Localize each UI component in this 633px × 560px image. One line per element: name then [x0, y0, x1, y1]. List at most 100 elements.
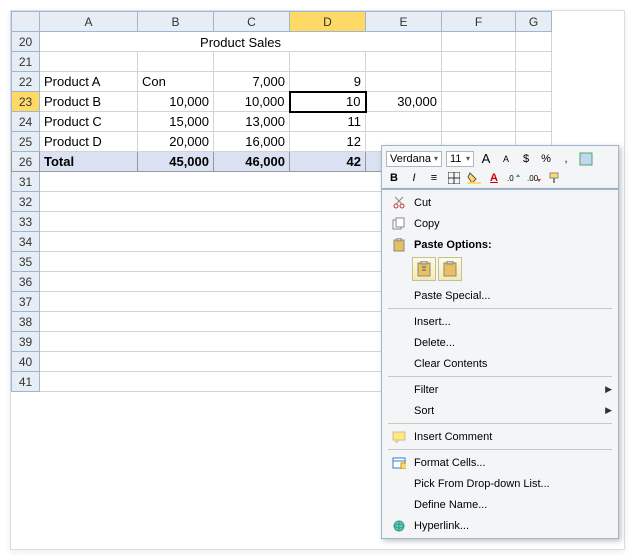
menu-sort[interactable]: Sort▶ — [382, 400, 618, 421]
menu-format-cells[interactable]: Format Cells... — [382, 452, 618, 473]
font-dropdown[interactable]: Verdana▾ — [386, 151, 442, 167]
shrink-font-icon[interactable]: A — [498, 151, 514, 167]
submenu-arrow-icon: ▶ — [605, 384, 612, 395]
cell-D22[interactable]: 9 — [290, 72, 366, 92]
row-41[interactable]: 41 — [12, 372, 40, 392]
col-A[interactable]: A — [40, 12, 138, 32]
bold-button[interactable]: B — [386, 170, 402, 186]
hdr-total[interactable]: Total — [366, 52, 442, 72]
menu-pick-dropdown[interactable]: Pick From Drop-down List... — [382, 473, 618, 494]
increase-decimal-icon[interactable]: .00 — [526, 170, 542, 186]
row-33[interactable]: 33 — [12, 212, 40, 232]
styles-icon[interactable] — [578, 151, 594, 167]
col-F[interactable]: F — [442, 12, 516, 32]
cell-B24[interactable]: 15,000 — [138, 112, 214, 132]
cell-C24[interactable]: 13,000 — [214, 112, 290, 132]
hdr-jan[interactable]: Jan — [138, 52, 214, 72]
menu-define-name[interactable]: Define Name... — [382, 494, 618, 515]
row-24[interactable]: 24 — [12, 112, 40, 132]
menu-hyperlink[interactable]: Hyperlink... — [382, 515, 618, 536]
cell-A25[interactable]: Product D — [40, 132, 138, 152]
hyperlink-icon — [388, 518, 410, 534]
decrease-decimal-icon[interactable]: .0 — [506, 170, 522, 186]
cell-D24[interactable]: 11 — [290, 112, 366, 132]
cell-D23-selected[interactable]: 10 — [290, 92, 366, 112]
clipboard-icon — [388, 237, 410, 253]
cell-B23[interactable]: 10,000 — [138, 92, 214, 112]
mini-toolbar[interactable]: Verdana▾ 11▾ A A $ % , B I ≡ A .0 .00 — [381, 145, 619, 189]
row-35[interactable]: 35 — [12, 252, 40, 272]
row-23[interactable]: 23 — [12, 92, 40, 112]
menu-cut[interactable]: Cut — [382, 192, 618, 213]
separator — [388, 449, 612, 450]
col-G[interactable]: G — [516, 12, 552, 32]
copy-icon — [388, 216, 410, 232]
cell-B25[interactable]: 20,000 — [138, 132, 214, 152]
row-37[interactable]: 37 — [12, 292, 40, 312]
col-E[interactable]: E — [366, 12, 442, 32]
cell-E22[interactable] — [366, 72, 442, 92]
comma-icon[interactable]: , — [558, 151, 574, 167]
center-align-icon[interactable]: ≡ — [426, 170, 442, 186]
row-21[interactable]: 21 — [12, 52, 40, 72]
menu-filter[interactable]: Filter▶ — [382, 379, 618, 400]
row-26[interactable]: 26 — [12, 152, 40, 172]
col-B[interactable]: B — [138, 12, 214, 32]
menu-paste-options-label: Paste Options: — [382, 234, 618, 255]
context-menu[interactable]: Cut Copy Paste Options: Paste Special...… — [381, 189, 619, 539]
row-36[interactable]: 36 — [12, 272, 40, 292]
page-title[interactable]: Product Sales — [40, 32, 442, 52]
col-D[interactable]: D — [290, 12, 366, 32]
grow-font-icon[interactable]: A — [478, 151, 494, 167]
menu-clear-contents[interactable]: Clear Contents — [382, 353, 618, 374]
paste-keep-source-button[interactable] — [412, 257, 436, 281]
col-C[interactable]: C — [214, 12, 290, 32]
menu-delete[interactable]: Delete... — [382, 332, 618, 353]
fill-color-icon[interactable] — [466, 170, 482, 186]
row-38[interactable]: 38 — [12, 312, 40, 332]
select-all-corner[interactable] — [12, 12, 40, 32]
row-20[interactable]: 20 — [12, 32, 40, 52]
cell-C26[interactable]: 46,000 — [214, 152, 290, 172]
hdr-products[interactable]: Products — [40, 52, 138, 72]
hdr-feb[interactable]: Feb — [214, 52, 290, 72]
cell-C25[interactable]: 16,000 — [214, 132, 290, 152]
row-22[interactable]: 22 — [12, 72, 40, 92]
row-25[interactable]: 25 — [12, 132, 40, 152]
menu-insert[interactable]: Insert... — [382, 311, 618, 332]
menu-insert-comment[interactable]: Insert Comment — [382, 426, 618, 447]
cell-A26[interactable]: Total — [40, 152, 138, 172]
cell-B26[interactable]: 45,000 — [138, 152, 214, 172]
font-color-icon[interactable]: A — [486, 170, 502, 186]
menu-copy[interactable]: Copy — [382, 213, 618, 234]
borders-icon[interactable] — [446, 170, 462, 186]
cell-A24[interactable]: Product C — [40, 112, 138, 132]
cell-C23[interactable]: 10,000 — [214, 92, 290, 112]
menu-paste-special[interactable]: Paste Special... — [382, 285, 618, 306]
cell-A22[interactable]: Product A — [40, 72, 138, 92]
format-painter-icon[interactable] — [546, 170, 562, 186]
column-header-row: A B C D E F G — [12, 12, 552, 32]
row-40[interactable]: 40 — [12, 352, 40, 372]
currency-icon[interactable]: $ — [518, 151, 534, 167]
row-39[interactable]: 39 — [12, 332, 40, 352]
row-31[interactable]: 31 — [12, 172, 40, 192]
chevron-down-icon: ▾ — [434, 154, 438, 163]
separator — [388, 423, 612, 424]
percent-icon[interactable]: % — [538, 151, 554, 167]
fontsize-dropdown[interactable]: 11▾ — [446, 151, 474, 167]
cell-B22[interactable]: Con — [138, 72, 214, 92]
cell-C22[interactable]: 7,000 — [214, 72, 290, 92]
cell-D26[interactable]: 42 — [290, 152, 366, 172]
cell-D25[interactable]: 12 — [290, 132, 366, 152]
hdr-mar[interactable]: Mar — [290, 52, 366, 72]
row-34[interactable]: 34 — [12, 232, 40, 252]
svg-text:.00: .00 — [527, 174, 539, 183]
row-32[interactable]: 32 — [12, 192, 40, 212]
italic-button[interactable]: I — [406, 170, 422, 186]
cell-E24[interactable] — [366, 112, 442, 132]
paste-values-button[interactable] — [438, 257, 462, 281]
cell-E23[interactable]: 30,000 — [366, 92, 442, 112]
cell-A23[interactable]: Product B — [40, 92, 138, 112]
chevron-down-icon: ▾ — [466, 154, 470, 163]
